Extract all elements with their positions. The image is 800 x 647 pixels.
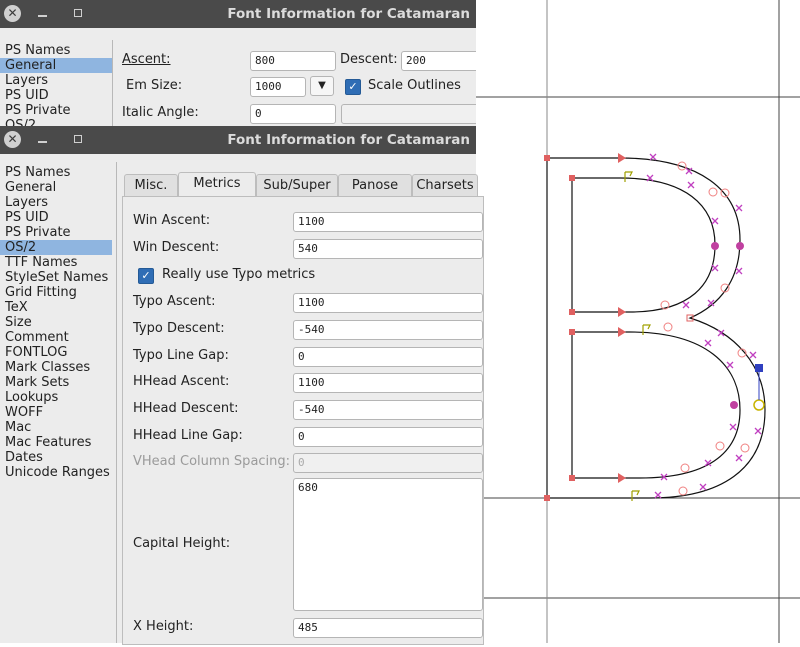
italic-angle-label: Italic Angle: [122,105,199,120]
hhead-line-gap-label: HHead Line Gap: [133,428,243,443]
sidebar-item-styleset-names[interactable]: StyleSet Names [0,270,112,285]
sidebar-item-dates[interactable]: Dates [0,450,112,465]
sidebar-item-layers[interactable]: Layers [0,73,112,88]
sidebar-item-mac[interactable]: Mac [0,420,112,435]
minimize-button[interactable] [38,141,47,143]
sidebar-item-ps-names[interactable]: PS Names [0,165,112,180]
titlebar: ✕ Font Information for Catamaran [0,126,476,154]
sidebar-item-lookups[interactable]: Lookups [0,390,112,405]
really-use-typo-checkbox[interactable]: ✓ [138,268,154,284]
sidebar-item-size[interactable]: Size [0,315,112,330]
sidebar-divider [116,162,117,643]
sidebar-list[interactable]: PS Names General Layers PS UID PS Private OS/… [0,43,112,128]
italic-angle-guess-button[interactable] [341,104,476,124]
scale-outlines-label: Scale Outlines [368,78,461,93]
sidebar-item-os-2[interactable]: OS/2 [0,240,112,255]
sidebar-item-unicode-ranges[interactable]: Unicode Ranges [0,465,112,480]
descent-input[interactable]: 200 [401,51,476,71]
font-info-window-back: ✕ Font Information for Catamaran PS Name… [0,0,476,128]
sidebar-divider [112,40,113,128]
hhead-ascent-input[interactable]: 1100 [293,373,483,393]
hint-point [753,399,765,411]
really-use-typo-label: Really use Typo metrics [162,267,316,282]
sidebar-item-mark-sets[interactable]: Mark Sets [0,375,112,390]
sidebar-item-mac-features[interactable]: Mac Features [0,435,112,450]
maximize-button[interactable] [74,9,82,17]
typo-descent-input[interactable]: -540 [293,320,483,340]
close-button[interactable]: ✕ [4,131,21,148]
lower-counter [571,331,741,479]
sidebar-item-comment[interactable]: Comment [0,330,112,345]
sidebar-item-ps-uid[interactable]: PS UID [0,88,112,103]
sidebar-item-general[interactable]: General [0,58,112,73]
tab-misc[interactable]: Misc. [124,174,178,196]
selected-point [755,364,763,372]
win-ascent-input[interactable]: 1100 [293,212,483,232]
typo-ascent-input[interactable]: 1100 [293,293,483,313]
win-ascent-label: Win Ascent: [133,213,211,228]
x-height-input[interactable]: 485 [293,618,483,638]
italic-angle-input[interactable]: 0 [250,104,336,124]
em-size-input[interactable]: 1000 [250,77,306,97]
sidebar-item-general[interactable]: General [0,180,112,195]
scale-outlines-checkbox[interactable]: ✓ [345,79,361,95]
vhead-column-spacing-label: VHead Column Spacing: [133,454,291,469]
titlebar: ✕ Font Information for Catamaran [0,0,476,28]
window-title: Font Information for Catamaran [227,6,470,22]
tab-bar[interactable]: Misc. Metrics Sub/Super Panose Charsets [124,172,478,197]
start-markers [624,171,651,501]
tangent-points [618,153,626,483]
sidebar-item-fontlog[interactable]: FONTLOG [0,345,112,360]
sidebar-item-mark-classes[interactable]: Mark Classes [0,360,112,375]
ascent-input[interactable]: 800 [250,51,336,71]
hhead-descent-label: HHead Descent: [133,401,239,416]
tab-charsets[interactable]: Charsets [412,174,478,196]
capital-height-label: Capital Height: [133,536,231,551]
vhead-column-spacing-input: 0 [293,453,483,473]
win-descent-input[interactable]: 540 [293,239,483,259]
win-descent-label: Win Descent: [133,240,220,255]
x-height-label: X Height: [133,619,194,634]
chevron-down-icon: ▼ [318,80,326,91]
tab-sub-super[interactable]: Sub/Super [256,174,338,196]
hhead-descent-input[interactable]: -540 [293,400,483,420]
tab-panose[interactable]: Panose [338,174,412,196]
sidebar-list[interactable]: PS Names General Layers PS UID PS Private OS/… [0,165,112,480]
hhead-ascent-label: HHead Ascent: [133,374,230,389]
typo-line-gap-input[interactable]: 0 [293,347,483,367]
em-size-label: Em Size: [126,78,183,93]
typo-line-gap-label: Typo Line Gap: [133,348,229,363]
sidebar-item-ps-private[interactable]: PS Private [0,103,112,118]
sidebar-item-ps-names[interactable]: PS Names [0,43,112,58]
glyph-canvas[interactable] [476,0,800,643]
typo-descent-label: Typo Descent: [133,321,225,336]
em-size-dropdown[interactable]: ▼ [310,76,334,96]
sidebar-item-ps-private[interactable]: PS Private [0,225,112,240]
hhead-line-gap-input[interactable]: 0 [293,427,483,447]
sidebar-item-tex[interactable]: TeX [0,300,112,315]
maximize-button[interactable] [74,135,82,143]
tab-metrics[interactable]: Metrics [178,172,256,197]
typo-ascent-label: Typo Ascent: [133,294,216,309]
descent-label: Descent: [340,52,398,67]
sidebar-item-woff[interactable]: WOFF [0,405,112,420]
sidebar-item-layers[interactable]: Layers [0,195,112,210]
capital-height-textarea[interactable]: 680 [293,478,483,611]
outer-contour [546,157,766,499]
sidebar-item-ps-uid[interactable]: PS UID [0,210,112,225]
glyph-outline-view[interactable] [476,0,800,643]
sidebar-item-grid-fitting[interactable]: Grid Fitting [0,285,112,300]
close-button[interactable]: ✕ [4,5,21,22]
upper-counter [571,177,716,313]
window-title: Font Information for Catamaran [227,132,470,148]
sidebar-item-ttf-names[interactable]: TTF Names [0,255,112,270]
ascent-label: Ascent: [122,52,171,67]
minimize-button[interactable] [38,15,47,17]
